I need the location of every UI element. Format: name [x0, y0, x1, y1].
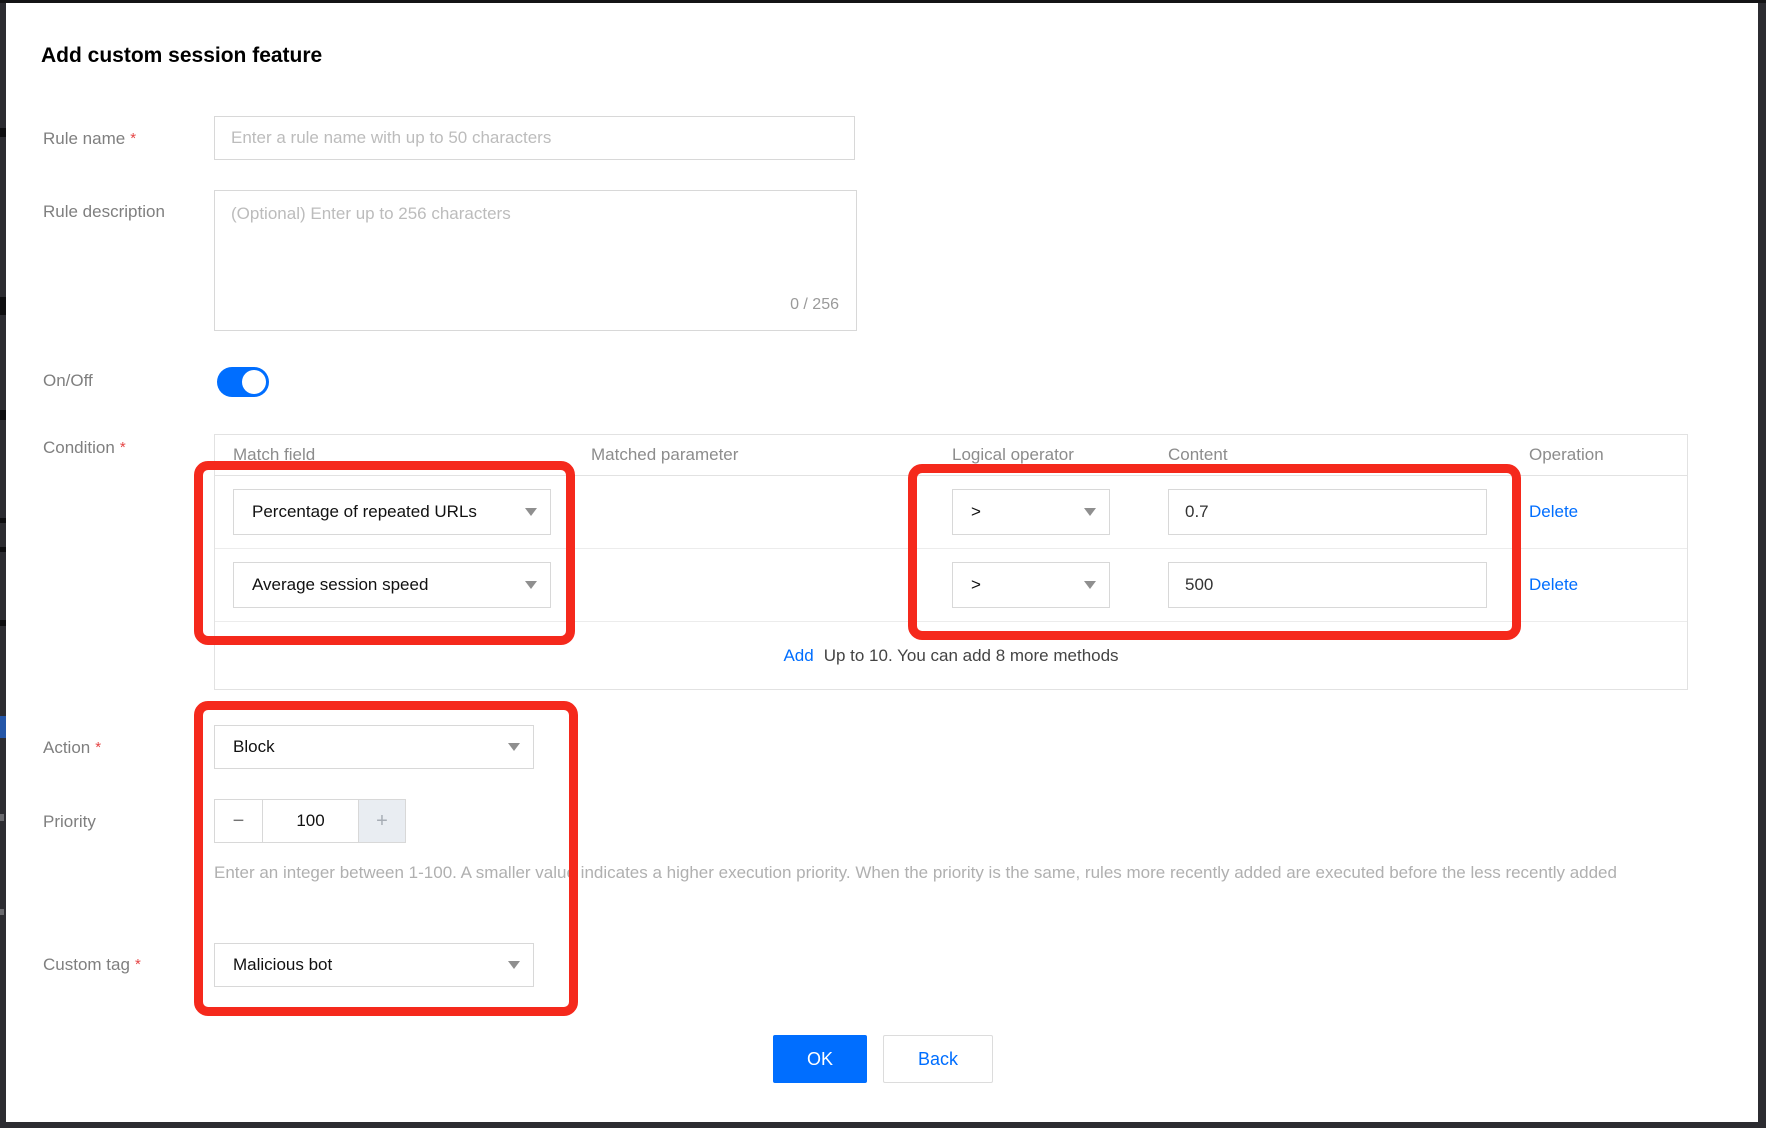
- action-label: Action*: [43, 738, 101, 758]
- chevron-down-icon: [508, 743, 520, 751]
- char-counter: 0 / 256: [614, 296, 839, 314]
- condition-row: Percentage of repeated URLs > Delete: [215, 476, 1687, 549]
- chevron-down-icon: [508, 961, 520, 969]
- background-fragment: [0, 547, 6, 552]
- col-header-matched-parameter: Matched parameter: [591, 445, 952, 465]
- condition-row: Average session speed > Delete: [215, 549, 1687, 622]
- priority-hint: Enter an integer between 1-100. A smalle…: [214, 858, 1694, 887]
- chevron-down-icon: [1084, 581, 1096, 589]
- condition-table: Match field Matched parameter Logical op…: [214, 434, 1688, 690]
- required-asterisk: *: [95, 739, 101, 756]
- delete-row-link[interactable]: Delete: [1529, 502, 1578, 521]
- add-condition-hint: Up to 10. You can add 8 more methods: [824, 646, 1119, 666]
- ok-button[interactable]: OK: [773, 1035, 867, 1083]
- chevron-down-icon: [525, 581, 537, 589]
- match-field-select[interactable]: Percentage of repeated URLs: [233, 489, 551, 535]
- custom-tag-select[interactable]: Malicious bot: [214, 943, 534, 987]
- chevron-down-icon: [1084, 508, 1096, 516]
- on-off-label: On/Off: [43, 371, 93, 391]
- rule-name-label: Rule name*: [43, 129, 136, 149]
- priority-label: Priority: [43, 812, 96, 832]
- back-button[interactable]: Back: [883, 1035, 993, 1083]
- col-header-match-field: Match field: [215, 445, 591, 465]
- col-header-operation: Operation: [1526, 445, 1687, 465]
- action-select[interactable]: Block: [214, 725, 534, 769]
- custom-tag-label: Custom tag*: [43, 955, 141, 975]
- add-condition-link[interactable]: Add: [783, 646, 813, 666]
- logical-operator-select[interactable]: >: [952, 562, 1110, 608]
- minus-icon: −: [233, 810, 245, 833]
- background-fragment: [0, 620, 6, 626]
- background-fragment: [0, 518, 6, 523]
- condition-label: Condition*: [43, 438, 126, 458]
- delete-row-link[interactable]: Delete: [1529, 575, 1578, 594]
- required-asterisk: *: [130, 130, 136, 147]
- rule-name-input[interactable]: [214, 116, 855, 160]
- rule-description-label: Rule description: [43, 202, 165, 222]
- background-fragment: [0, 716, 6, 738]
- required-asterisk: *: [135, 956, 141, 973]
- background-fragment: [0, 814, 4, 821]
- col-header-logical-operator: Logical operator: [952, 445, 1168, 465]
- background-fragment: [0, 297, 6, 315]
- condition-add-row: Add Up to 10. You can add 8 more methods: [215, 622, 1687, 689]
- required-asterisk: *: [120, 439, 126, 456]
- toggle-knob-icon: [242, 370, 266, 394]
- content-input[interactable]: [1168, 489, 1487, 535]
- content-input[interactable]: [1168, 562, 1487, 608]
- increment-button[interactable]: +: [359, 800, 405, 842]
- decrement-button[interactable]: −: [215, 800, 263, 842]
- plus-icon: +: [376, 810, 388, 833]
- background-fragment: [0, 128, 6, 137]
- background-fragment: [0, 909, 4, 915]
- on-off-toggle[interactable]: [217, 367, 269, 397]
- priority-value[interactable]: 100: [263, 800, 359, 842]
- chevron-down-icon: [525, 508, 537, 516]
- background-fragment: [0, 410, 6, 420]
- match-field-select[interactable]: Average session speed: [233, 562, 551, 608]
- priority-stepper: − 100 +: [214, 799, 406, 843]
- condition-table-header: Match field Matched parameter Logical op…: [215, 435, 1687, 476]
- window-top-edge: [0, 0, 1766, 3]
- page-title: Add custom session feature: [41, 44, 322, 68]
- screenshot-root: Add custom session feature Rule name* Ru…: [0, 0, 1766, 1128]
- logical-operator-select[interactable]: >: [952, 489, 1110, 535]
- col-header-content: Content: [1168, 445, 1526, 465]
